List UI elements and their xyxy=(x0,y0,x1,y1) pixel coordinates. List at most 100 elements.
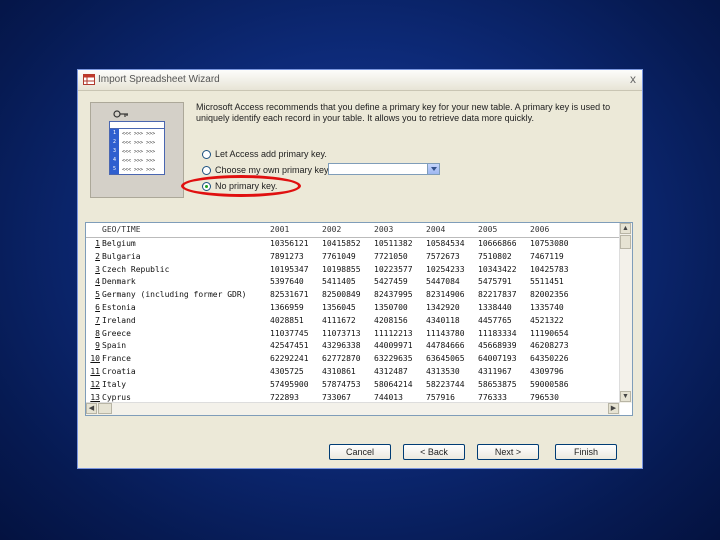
table-row[interactable]: 9 Spain 42547451 43296338 44009971 44784666 45… xyxy=(86,340,620,353)
country-name: Belgium xyxy=(102,239,136,248)
scroll-thumb[interactable] xyxy=(98,403,112,414)
table-row[interactable]: 1 Belgium 10356121 10415852 10511382 10584534… xyxy=(86,238,620,251)
country-cell: 7 Ireland xyxy=(86,315,270,328)
value-cell: 10415852 xyxy=(322,239,361,248)
option-label: Let Access add primary key. xyxy=(215,149,327,159)
value-cell: 7572673 xyxy=(426,251,460,261)
value-cell: 5447084 xyxy=(426,277,460,287)
value-cell: 63645065 xyxy=(426,354,465,364)
country-cell: 4 Denmark xyxy=(86,276,270,289)
option-let-access-add-key[interactable]: Let Access add primary key. xyxy=(202,149,327,159)
value-cell: 10223577 xyxy=(374,264,413,274)
value-cell: 1335740 xyxy=(530,302,564,312)
value-cell: 45668939 xyxy=(478,341,517,351)
table-row[interactable]: 2 Bulgaria 7891273 7761049 7721050 7572673 751… xyxy=(86,251,620,264)
value-cell: 10753080 xyxy=(530,239,569,248)
value-cell: 4340118 xyxy=(426,315,460,325)
value-cell: 10356121 xyxy=(270,239,309,248)
table-row[interactable]: 6 Estonia 1366959 1356045 1350700 1342920 1338… xyxy=(86,302,620,315)
column-header[interactable]: 2003 xyxy=(374,223,426,237)
illustration-header xyxy=(110,122,164,129)
value-cell: 62772870 xyxy=(322,354,361,364)
scroll-thumb[interactable] xyxy=(620,235,631,249)
table-row[interactable]: 8 Greece 11037745 11073713 11112213 11143780 1… xyxy=(86,328,620,341)
table-row[interactable]: 5 Germany (including former GDR) 82531671 8… xyxy=(86,289,620,302)
value-cell: 10584534 xyxy=(426,239,465,248)
country-name: Germany (including former GDR) xyxy=(102,290,247,300)
value-cell: 1342920 xyxy=(426,302,460,312)
country-name: Denmark xyxy=(102,277,136,287)
value-cell: 11112213 xyxy=(374,328,413,338)
value-cell: 4305725 xyxy=(270,366,304,376)
row-number: 5 xyxy=(95,290,100,300)
radio-let-access[interactable] xyxy=(202,149,211,159)
column-header[interactable]: 2005 xyxy=(478,223,530,237)
radio-choose-own[interactable] xyxy=(202,165,211,175)
row-number: 7 xyxy=(95,315,100,325)
table-row[interactable]: 10 France 62292241 62772870 63229635 63645065… xyxy=(86,353,620,366)
value-cell: 7467119 xyxy=(530,251,564,261)
table-row[interactable]: 7 Ireland 4028851 4111672 4208156 4340118 4457… xyxy=(86,315,620,328)
value-cell: 7510802 xyxy=(478,251,512,261)
illustration-row: 4 <<< >>> >>> xyxy=(110,156,164,165)
value-cell: 5411405 xyxy=(322,277,356,287)
finish-button[interactable]: Finish xyxy=(555,444,617,460)
scroll-down-icon[interactable]: ▼ xyxy=(620,391,631,402)
country-cell: 3 Czech Republic xyxy=(86,264,270,277)
value-cell: 4208156 xyxy=(374,315,408,325)
back-button[interactable]: < Back xyxy=(403,444,465,460)
value-cell: 43296338 xyxy=(322,341,361,351)
value-cell: 46208273 xyxy=(530,341,569,351)
close-icon[interactable]: x xyxy=(630,72,636,86)
column-header[interactable]: 2002 xyxy=(322,223,374,237)
value-cell: 58653875 xyxy=(478,379,517,389)
table-row[interactable]: 4 Denmark 5397640 5411405 5427459 5447084 5475… xyxy=(86,276,620,289)
primary-key-field-dropdown[interactable] xyxy=(328,163,440,175)
row-number: 10 xyxy=(90,354,100,364)
data-preview-grid[interactable]: GEO/TIME 2001 2002 2003 2004 2005 2006 1… xyxy=(85,222,633,416)
option-label: Choose my own primary key. xyxy=(215,165,331,175)
country-cell: 5 Germany (including former GDR) xyxy=(86,289,270,302)
vertical-scrollbar[interactable]: ▲ ▼ xyxy=(619,223,632,403)
value-cell: 63229635 xyxy=(374,354,413,364)
column-header[interactable]: 2001 xyxy=(270,223,322,237)
value-cell: 62292241 xyxy=(270,354,309,364)
horizontal-scrollbar[interactable]: ◀ ▶ xyxy=(86,402,620,415)
value-cell: 10195347 xyxy=(270,264,309,274)
option-choose-own-key[interactable]: Choose my own primary key. xyxy=(202,165,330,175)
country-name: Cyprus xyxy=(102,392,131,402)
value-cell: 10254233 xyxy=(426,264,465,274)
country-name: Bulgaria xyxy=(102,251,141,261)
country-name: Italy xyxy=(102,379,127,389)
cancel-button[interactable]: Cancel xyxy=(329,444,391,460)
value-cell: 82531671 xyxy=(270,290,309,300)
table-row[interactable]: 11 Croatia 4305725 4310861 4312487 4313530 431… xyxy=(86,366,620,379)
country-cell: 10 France xyxy=(86,353,270,366)
scroll-left-icon[interactable]: ◀ xyxy=(86,403,97,414)
table-row[interactable]: 12 Italy 57495900 57874753 58064214 58223744 5… xyxy=(86,379,620,392)
chevron-down-icon[interactable] xyxy=(427,164,439,174)
value-cell: 4457765 xyxy=(478,315,512,325)
next-button[interactable]: Next > xyxy=(477,444,539,460)
value-cell: 5397640 xyxy=(270,277,304,287)
value-cell: 44784666 xyxy=(426,341,465,351)
row-number: 2 xyxy=(95,251,100,261)
row-number: 11 xyxy=(90,366,100,376)
illustration-row: 1 <<< >>> >>> xyxy=(110,129,164,138)
value-cell: 4311967 xyxy=(478,366,512,376)
value-cell: 4312487 xyxy=(374,366,408,376)
scroll-up-icon[interactable]: ▲ xyxy=(620,223,631,234)
highlight-ellipse xyxy=(181,175,301,197)
value-cell: 82314906 xyxy=(426,290,465,300)
column-header[interactable]: 2006 xyxy=(530,223,582,237)
country-name: Spain xyxy=(102,341,127,351)
illustration-table: 1 <<< >>> >>> 2 <<< >>> >>> 3 <<< >>> >>> 4… xyxy=(109,121,165,175)
country-name: France xyxy=(102,354,131,364)
column-header[interactable]: GEO/TIME xyxy=(86,223,270,237)
scroll-right-icon[interactable]: ▶ xyxy=(608,403,619,414)
country-name: Estonia xyxy=(102,302,136,312)
table-row[interactable]: 3 Czech Republic 10195347 10198855 10223577 1… xyxy=(86,264,620,277)
value-cell: 1350700 xyxy=(374,302,408,312)
value-cell: 82002356 xyxy=(530,290,569,300)
column-header[interactable]: 2004 xyxy=(426,223,478,237)
